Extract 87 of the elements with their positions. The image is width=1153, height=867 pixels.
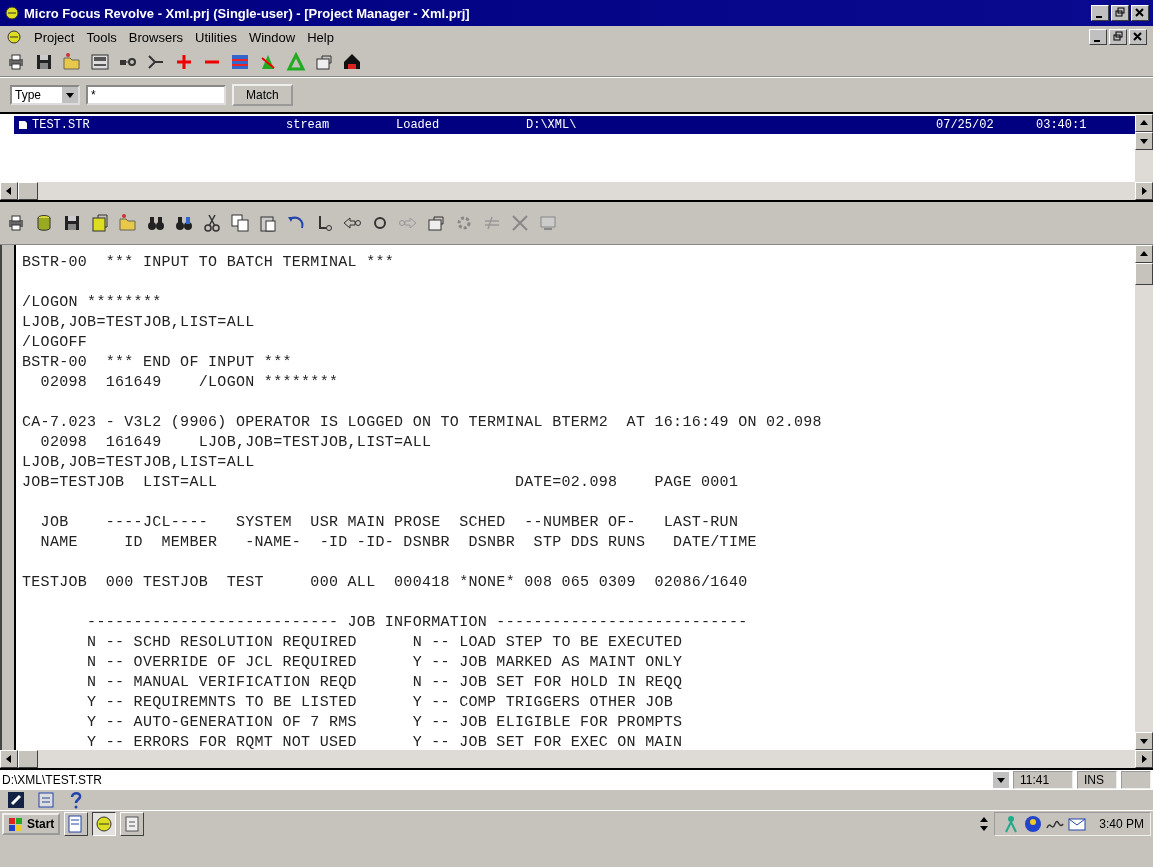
menu-item[interactable]: Browsers <box>128 29 183 45</box>
file-type: stream <box>286 118 331 132</box>
file-name: TEST.STR <box>32 118 90 132</box>
plus-icon[interactable] <box>174 52 194 72</box>
text-line: --------------------------- JOB INFORMATION --------------------------- <box>86 613 749 633</box>
app-icon[interactable] <box>92 812 117 836</box>
document-icon[interactable] <box>64 812 89 836</box>
restore-icon[interactable] <box>1111 5 1129 21</box>
app-icon <box>6 29 22 45</box>
insert-mode: INS <box>1077 771 1117 789</box>
grid-icon[interactable] <box>230 52 250 72</box>
scissors-icon[interactable] <box>202 213 222 233</box>
scroll-down-icon[interactable] <box>1135 132 1153 150</box>
file-time: 03:40:1 <box>1036 118 1088 132</box>
properties-icon[interactable] <box>314 52 334 72</box>
file-path: D:\XML\ <box>526 118 578 132</box>
scroll-left-icon[interactable] <box>0 750 18 768</box>
restore-icon[interactable] <box>1109 29 1127 45</box>
scroll-up-icon[interactable] <box>1135 114 1153 132</box>
text-line: Y -- ERRORS FOR RQMT NOT USED Y -- JOB SET FOR EXEC ON MAIN <box>86 733 684 750</box>
text-line: 02098 161649 LJOB,JOB=TESTJOB,LIST=ALL <box>39 433 433 453</box>
text-line: /LOGOFF <box>22 333 89 353</box>
project-row[interactable]: TEST.STR stream Loaded D:\XML\ 07/25/02 03:40:1 <box>14 116 1135 134</box>
text-line: N -- OVERRIDE OF JCL REQUIRED Y -- JOB MARKED AS MAINT ONLY <box>86 653 684 673</box>
copy-icon[interactable] <box>230 213 250 233</box>
menu-item[interactable]: Project <box>34 29 75 45</box>
match-button[interactable]: Match <box>232 84 293 106</box>
text-line: BSTR-00 *** INPUT TO BATCH TERMINAL *** <box>22 253 396 273</box>
scroll-left-icon[interactable] <box>0 182 18 200</box>
paste-icon[interactable] <box>258 213 278 233</box>
file-date: 07/25/02 <box>936 118 995 132</box>
cursor-position: 11:41 <box>1013 771 1073 789</box>
text-line: Y -- REQUIREMNTS TO BE LISTED Y -- COMP TRIGGERS OTHER JOB <box>86 693 675 713</box>
text-line: N -- SCHD RESOLUTION REQUIRED N -- LOAD STEP TO BE EXECUTED <box>86 633 684 653</box>
text-line: TESTJOB 000 TESTJOB TEST 000 ALL 000418 *NONE* 008 065 0309 02086/1640 <box>22 573 749 593</box>
vertical-scrollbar[interactable] <box>1135 114 1153 182</box>
scroll-thumb[interactable] <box>18 182 38 200</box>
scroll-down-icon[interactable] <box>1135 732 1153 750</box>
file-icon <box>18 120 28 130</box>
menu-item[interactable]: Help <box>307 29 334 45</box>
start-button[interactable]: Start <box>2 813 61 835</box>
menu-item[interactable]: Utilities <box>195 29 237 45</box>
type-dropdown[interactable]: Type <box>10 85 80 105</box>
flag-icon <box>8 816 24 832</box>
minimize-icon[interactable] <box>1089 29 1107 45</box>
text-line: JOB=TESTJOB LIST=ALL DATE=02.098 PAGE 0001 <box>22 473 740 493</box>
text-line: N -- MANUAL VERIFICATION REQD N -- JOB SET FOR HOLD IN REQQ <box>86 673 684 693</box>
text-line: 02098 161649 /LOGON ******** <box>39 373 340 393</box>
window-title: Micro Focus Revolve - Xml.prj (Single-user) - [Project Manager - Xml.prj] <box>24 5 470 21</box>
save-icon[interactable] <box>62 213 82 233</box>
close-icon[interactable] <box>1129 29 1147 45</box>
properties-icon[interactable] <box>426 213 446 233</box>
text-line: BSTR-00 *** END OF INPUT *** <box>22 353 293 373</box>
text-line: NAME ID MEMBER -NAME- -ID -ID- DSNBR DSNBR STP DDS RUNS DATE/TIME <box>39 533 758 553</box>
menu-item[interactable]: Tools <box>86 29 117 45</box>
house-icon[interactable] <box>342 52 362 72</box>
close-icon[interactable] <box>1131 5 1149 21</box>
text-line: LJOB,JOB=TESTJOB,LIST=ALL <box>22 453 256 473</box>
cylinder-icon[interactable] <box>34 213 54 233</box>
scroll-right-icon[interactable] <box>1135 750 1153 768</box>
printer-icon[interactable] <box>6 52 26 72</box>
horizontal-scrollbar[interactable] <box>0 182 1153 200</box>
scroll-right-icon[interactable] <box>1135 182 1153 200</box>
text-line: Y -- AUTO-GENERATION OF 7 RMS Y -- JOB ELIGIBLE FOR PROMPTS <box>86 713 684 733</box>
file-status: Loaded <box>396 118 441 132</box>
pattern-field[interactable]: * <box>86 85 226 105</box>
window-icon[interactable] <box>120 812 145 836</box>
menu-item[interactable]: Window <box>248 29 296 45</box>
open-folder-icon[interactable] <box>118 213 138 233</box>
scroll-up-icon[interactable] <box>1135 245 1153 263</box>
text-line: CA-7.023 - V3L2 (9906) OPERATOR IS LOGGED ON TO TERMINAL BTERM2 AT 16:16:49 ON 02.098 <box>22 413 823 433</box>
scroll-thumb[interactable] <box>1135 263 1153 285</box>
window-icon[interactable] <box>90 52 110 72</box>
scroll-thumb[interactable] <box>18 750 38 768</box>
clock: 3:40 PM <box>1099 817 1144 831</box>
status-path: D:\XML\TEST.STR <box>2 773 103 787</box>
horizontal-scrollbar[interactable] <box>0 750 1153 768</box>
text-line: JOB ----JCL---- SYSTEM USR MAIN PROSE SCHED --NUMBER OF- LAST-RUN <box>39 513 740 533</box>
text-line: /LOGON ******** <box>22 293 163 313</box>
printer-icon[interactable] <box>6 213 26 233</box>
minimize-icon[interactable] <box>1091 5 1109 21</box>
new-file-icon[interactable] <box>90 213 110 233</box>
save-icon[interactable] <box>34 52 54 72</box>
text-line: LJOB,JOB=TESTJOB,LIST=ALL <box>22 313 256 333</box>
app-icon <box>4 5 20 21</box>
vertical-scrollbar[interactable] <box>1135 245 1153 750</box>
open-folder-icon[interactable] <box>62 52 82 72</box>
